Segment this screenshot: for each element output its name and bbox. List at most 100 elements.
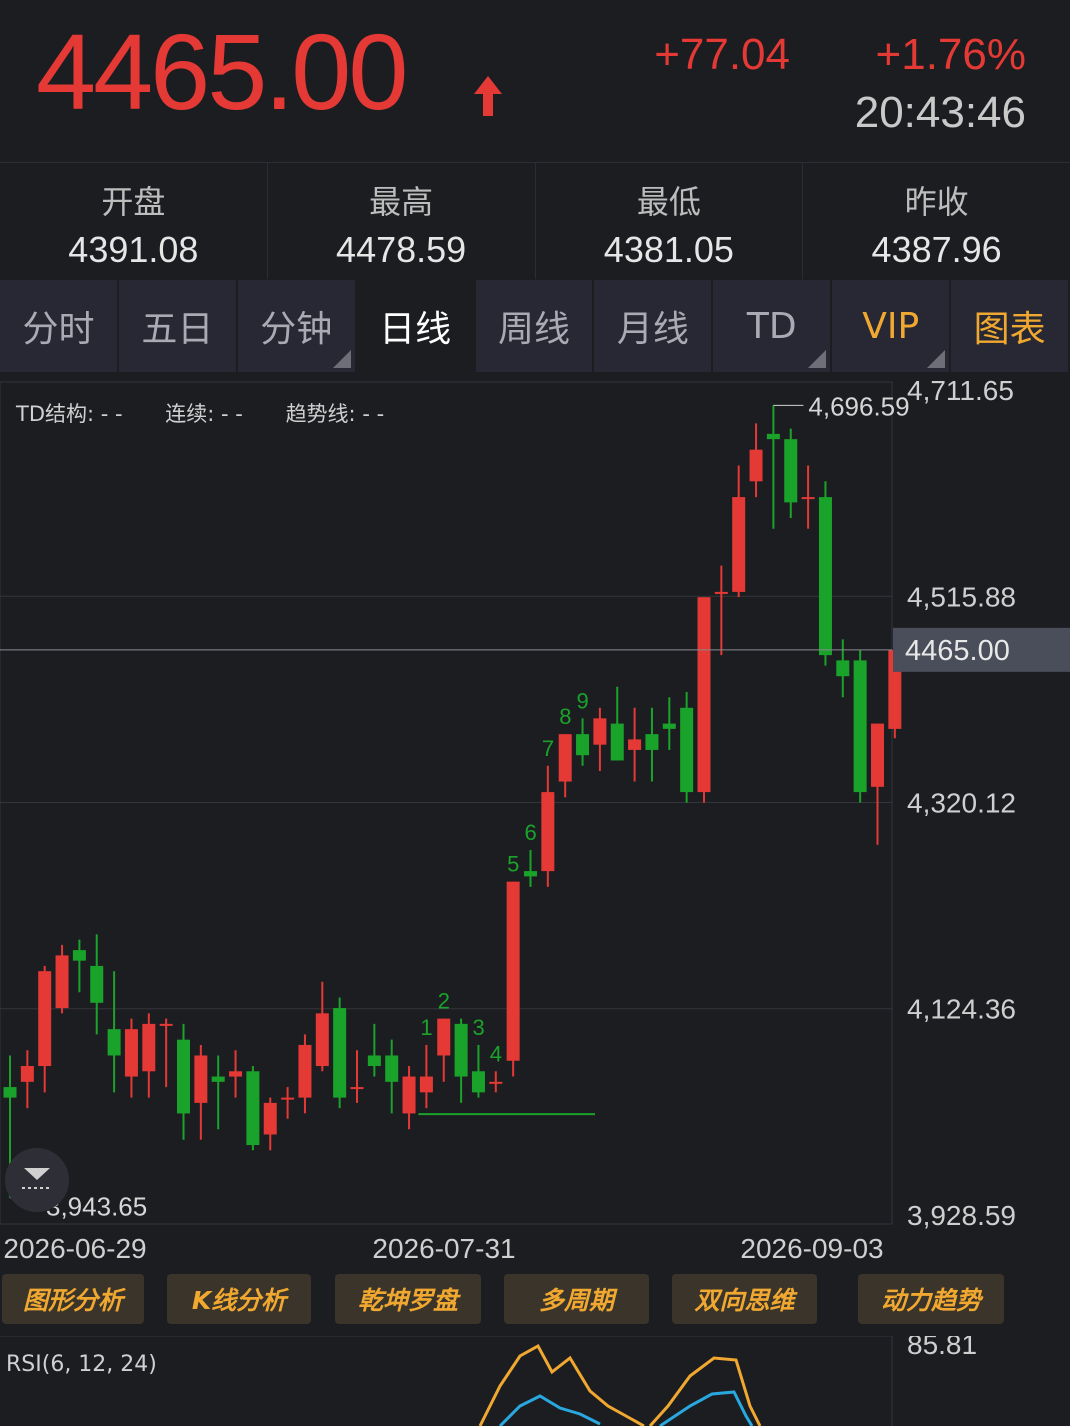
tab-label: 日线 xyxy=(379,309,452,350)
tab-intraday[interactable]: 分时 xyxy=(0,280,119,372)
dropdown-corner-icon xyxy=(808,350,827,368)
candle-body xyxy=(766,433,780,440)
td-count-label: 7 xyxy=(542,736,554,761)
tab-weekly[interactable]: 周线 xyxy=(475,280,595,372)
td-count-label: 1 xyxy=(420,1015,432,1040)
td-count-label: 5 xyxy=(507,852,519,877)
candle-body xyxy=(385,1055,399,1082)
indicator-button[interactable]: 图形分析 xyxy=(2,1274,144,1324)
candle-body xyxy=(697,597,711,793)
tab-label: 月线 xyxy=(616,309,689,350)
indicator-button[interactable]: 动力趋势 xyxy=(858,1274,1004,1324)
td-count-label: 2 xyxy=(438,989,450,1014)
stat-label: 开盘 xyxy=(101,183,166,221)
candle-body xyxy=(419,1076,433,1093)
stat-value: 4387.96 xyxy=(871,229,1002,270)
candle-body xyxy=(749,449,763,482)
tab-label: 五日 xyxy=(141,309,214,350)
stat-open: 开盘 4391.08 xyxy=(0,163,268,279)
rsi-label: RSI(6, 12, 24) xyxy=(6,1352,157,1377)
candle-body xyxy=(55,955,69,1009)
candle-body xyxy=(263,1102,277,1135)
candle-body xyxy=(593,718,607,745)
candle-body xyxy=(333,1008,347,1098)
rsi-line-6b xyxy=(648,1356,762,1426)
stat-value: 4478.59 xyxy=(336,229,467,270)
indicator-button[interactable]: 双向思维 xyxy=(672,1274,817,1324)
stat-low: 最低 4381.05 xyxy=(536,163,804,279)
tab-monthly[interactable]: 月线 xyxy=(594,280,714,372)
price-change-pct: +1.76% xyxy=(875,30,1026,79)
td-count-label: 3 xyxy=(472,1015,484,1040)
tab-minute[interactable]: 分钟 xyxy=(237,280,357,372)
candle-body xyxy=(524,871,537,877)
candle-body xyxy=(454,1023,468,1077)
indicator-button[interactable]: K线分析 xyxy=(167,1274,311,1324)
tab-vip[interactable]: VIP xyxy=(832,280,952,372)
candle-body xyxy=(732,497,746,592)
y-tick-label: 4,124.36 xyxy=(907,994,1016,1025)
tab-label: 分时 xyxy=(22,309,95,350)
candle-body xyxy=(558,734,572,782)
rsi-top-value: 85.81 xyxy=(907,1336,977,1360)
tab-label: 周线 xyxy=(498,309,571,350)
current-price-label: 4465.00 xyxy=(905,635,1010,667)
candle-body xyxy=(541,792,555,872)
candle-body xyxy=(281,1097,295,1100)
tab-td[interactable]: TD xyxy=(713,280,833,372)
candle-body xyxy=(662,723,676,729)
legend-trendline: 趋势线: - - xyxy=(285,402,385,426)
rsi-line-6 xyxy=(478,1343,645,1426)
candle-body xyxy=(90,965,104,1003)
last-price: 4465.00 xyxy=(36,11,408,132)
price-change: +77.04 xyxy=(654,30,790,79)
legend-continuous: 连续: - - xyxy=(165,402,243,426)
tab-daily[interactable]: 日线 xyxy=(356,280,476,372)
high-label: 4,696.59 xyxy=(808,391,909,421)
dropdown-corner-icon xyxy=(927,350,946,368)
stat-value: 4381.05 xyxy=(603,229,734,270)
tab-five-day[interactable]: 五日 xyxy=(118,280,238,372)
candle-body xyxy=(818,497,832,656)
rsi-line-12 xyxy=(498,1394,601,1426)
candle-body xyxy=(38,971,52,1067)
stat-prev-close: 昨收 4387.96 xyxy=(803,163,1070,279)
quote-time: 20:43:46 xyxy=(854,88,1026,137)
candlestick-chart[interactable]: 4,711.65 4,515.88 4,320.12 4,124.36 3,928.59… xyxy=(0,372,1070,1270)
td-count-label: 8 xyxy=(559,704,571,729)
candle-body xyxy=(610,723,624,761)
candle-body xyxy=(367,1055,381,1067)
candle-body xyxy=(836,660,850,677)
stat-label: 昨收 xyxy=(904,183,969,221)
indicator-button[interactable]: 多周期 xyxy=(504,1274,649,1324)
candle-body xyxy=(350,1087,364,1090)
y-tick-label: 3,928.59 xyxy=(907,1200,1016,1231)
tab-label: 图表 xyxy=(973,309,1046,350)
stat-label: 最高 xyxy=(369,183,434,221)
indicator-buttons: 图形分析 K线分析 乾坤罗盘 多周期 双向思维 动力趋势 xyxy=(0,1270,1070,1330)
rsi-chart[interactable]: 85.81 xyxy=(0,1336,1070,1426)
candle-body xyxy=(714,591,728,594)
candle-body xyxy=(142,1023,156,1072)
candle-body xyxy=(211,1076,225,1082)
y-tick-label: 4,515.88 xyxy=(907,581,1016,612)
candle-body xyxy=(229,1071,243,1077)
candle-body xyxy=(784,439,798,503)
period-tabs: 分时 五日 分钟 日线 周线 月线 TD VIP 图表 xyxy=(0,280,1070,372)
candle-body xyxy=(72,950,86,961)
candle-body xyxy=(3,1087,17,1098)
tab-label: VIP xyxy=(862,305,920,347)
candle-body xyxy=(107,1029,121,1056)
candle-body xyxy=(177,1039,190,1114)
candle-body xyxy=(871,723,884,787)
dropdown-corner-icon xyxy=(332,350,351,368)
indicator-button[interactable]: 乾坤罗盘 xyxy=(335,1274,481,1324)
candle-body xyxy=(315,1013,329,1067)
td-count-label: 6 xyxy=(525,820,537,845)
candle-body xyxy=(402,1076,416,1114)
candle-body xyxy=(124,1029,138,1077)
tab-chart[interactable]: 图表 xyxy=(951,280,1070,372)
x-tick-label: 2026-09-03 xyxy=(740,1233,883,1264)
y-tick-label: 4,711.65 xyxy=(907,375,1014,406)
stat-high: 最高 4478.59 xyxy=(268,163,536,279)
